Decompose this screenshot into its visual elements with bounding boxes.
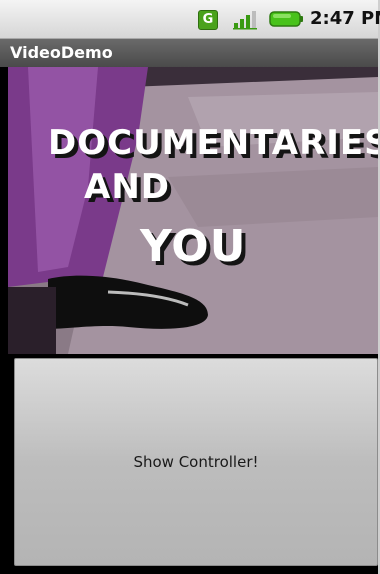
show-controller-button[interactable]: Show Controller! (14, 358, 378, 566)
video-caption-line3: YOU (140, 221, 247, 272)
video-caption-line1: DOCUMENTARIES (48, 123, 378, 163)
battery-icon (269, 11, 303, 27)
app-title-bar: VideoDemo (0, 39, 378, 67)
video-caption-line2: AND (84, 167, 170, 207)
network-type-icon: G (198, 10, 218, 30)
app-title: VideoDemo (10, 43, 113, 62)
controller-area: Show Controller! (8, 354, 378, 574)
video-frame-image (8, 67, 378, 354)
clock: 2:47 PM (310, 8, 380, 29)
video-view[interactable]: DOCUMENTARIES AND YOU (8, 67, 378, 354)
status-bar: G 2:47 PM (0, 0, 380, 39)
signal-strength-icon (233, 11, 257, 30)
device-screen: G 2:47 PM VideoDemo (0, 0, 380, 574)
